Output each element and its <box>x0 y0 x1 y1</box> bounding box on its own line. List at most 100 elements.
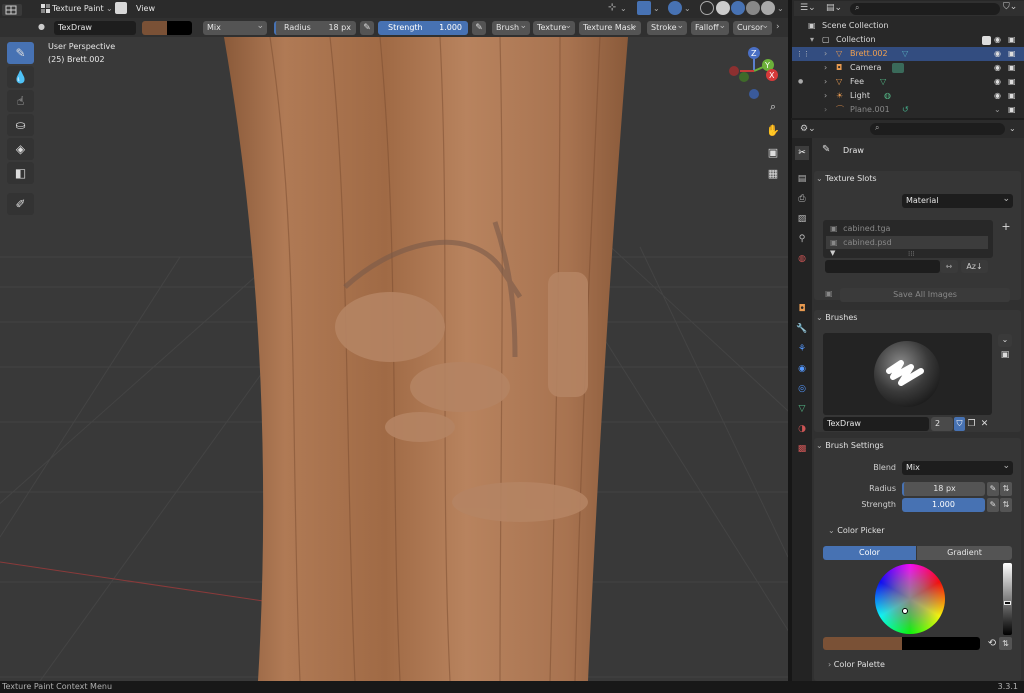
texture-tab-icon[interactable]: ▩ <box>795 442 809 456</box>
secondary-color-swatch[interactable] <box>167 21 192 35</box>
hidden-eye-icon[interactable]: ⌄ <box>994 103 1001 117</box>
fill-tool-icon[interactable]: ◈ <box>7 138 34 160</box>
physics-tab-icon[interactable]: ◉ <box>795 362 809 376</box>
brush-dropdown-icon[interactable]: ⌄ <box>998 334 1012 347</box>
outliner-item-brett[interactable]: ⋮⋮ › ▽ Brett.002 ▽ ◉ ▣ <box>792 47 1024 61</box>
gradient-tab[interactable]: Gradient <box>917 546 1012 560</box>
scene-tab-icon[interactable]: ⚲ <box>795 232 809 246</box>
image-list-item[interactable]: ▣ cabined.tga <box>826 222 988 235</box>
texture-mask-menu[interactable]: Texture Mask <box>579 21 641 35</box>
render-camera-icon[interactable]: ▣ <box>1008 75 1016 89</box>
editor-type-icon[interactable] <box>2 4 22 16</box>
strength-field[interactable]: Strength 1.000 <box>378 21 468 35</box>
rendered-shading-icon[interactable] <box>761 1 775 15</box>
render-camera-icon[interactable]: ▣ <box>1008 33 1016 47</box>
primary-color-swatch[interactable] <box>823 637 902 650</box>
active-mode-icon[interactable]: ⋮⋮ <box>796 47 810 61</box>
render-camera-icon[interactable]: ▣ <box>1008 89 1016 103</box>
radius-pressure-icon[interactable]: ✎ <box>360 21 374 35</box>
paint-mask-toggle-icon[interactable] <box>115 2 127 14</box>
soften-tool-icon[interactable]: 💧 <box>7 66 34 88</box>
brushes-header[interactable]: ⌄ Brushes <box>816 310 1016 326</box>
shading-dropdown-icon[interactable]: ⌄ <box>777 4 784 13</box>
expand-arrow-icon[interactable]: › <box>824 47 827 61</box>
overlay-toggle-icon[interactable] <box>668 1 682 15</box>
visibility-eye-icon[interactable]: ◉ <box>994 75 1001 89</box>
properties-editor-icon[interactable]: ⚙⌄ <box>800 124 816 134</box>
data-tab-icon[interactable]: ▽ <box>795 402 809 416</box>
invert-filter-icon[interactable]: ⇿ <box>940 260 958 273</box>
strength-pressure-icon[interactable]: ✎ <box>472 21 486 35</box>
visibility-eye-icon[interactable]: ◉ <box>994 89 1001 103</box>
filter-input[interactable] <box>825 260 940 273</box>
expand-arrow-icon[interactable]: › <box>824 103 827 117</box>
outliner-editor-icon[interactable]: ☰⌄ <box>800 3 816 13</box>
camera-view-icon[interactable]: ▣ <box>765 145 781 161</box>
color-wheel[interactable] <box>875 564 945 634</box>
sort-alpha-icon[interactable]: Az↓ <box>961 260 988 273</box>
wireframe-shading-icon[interactable] <box>716 1 730 15</box>
color-palette-header[interactable]: › Color Palette <box>828 657 1024 673</box>
pan-hand-icon[interactable]: ✋ <box>765 123 781 139</box>
radius-pressure-icon[interactable]: ✎ <box>987 482 999 496</box>
outliner-item-light[interactable]: › ☀ Light ◍ ◉ ▣ <box>792 89 1024 103</box>
chevron-down-icon[interactable]: ⌄ <box>620 4 627 13</box>
render-camera-icon[interactable]: ▣ <box>1008 47 1016 61</box>
smear-tool-icon[interactable]: ☝ <box>7 90 34 112</box>
expand-arrow-icon[interactable]: › <box>824 75 827 89</box>
visibility-eye-icon[interactable]: ◉ <box>994 47 1001 61</box>
strength-field[interactable]: 1.000 <box>902 498 985 512</box>
blend-dropdown[interactable]: Mix <box>902 461 1013 475</box>
clone-tool-icon[interactable]: ⛀ <box>7 114 34 136</box>
save-all-images-button[interactable]: Save All Images <box>840 288 1010 302</box>
image-list-item-selected[interactable]: ▣ cabined.psd <box>826 236 988 249</box>
stroke-menu[interactable]: Stroke <box>647 21 687 35</box>
gizmo-dropdown-icon[interactable]: ⌄ <box>653 4 660 13</box>
cursor-icon[interactable]: ⊹ <box>608 2 620 14</box>
visibility-eye-icon[interactable]: ◉ <box>994 33 1001 47</box>
filter-icon[interactable]: ⛉⌄ <box>1003 2 1017 12</box>
brush-name-field[interactable]: TexDraw <box>54 21 136 35</box>
object-tab-icon[interactable]: ◘ <box>795 302 809 316</box>
gizmo-toggle-icon[interactable] <box>637 1 651 15</box>
tool-tab-icon[interactable]: ✂ <box>795 146 809 160</box>
pin-icon[interactable]: ⌄ <box>1009 124 1016 133</box>
radius-field[interactable]: Radius 18 px <box>274 21 356 35</box>
material-tab-icon[interactable]: ◑ <box>795 422 809 436</box>
blend-mode-dropdown[interactable]: Mix <box>203 21 267 35</box>
render-camera-icon[interactable]: ▣ <box>1008 61 1016 75</box>
outliner-item-camera[interactable]: › ◘ Camera ◉ ▣ <box>792 61 1024 75</box>
navigation-gizmo[interactable]: Z Y X <box>722 47 782 103</box>
secondary-color-swatch[interactable] <box>902 637 980 650</box>
output-tab-icon[interactable]: ⎙ <box>795 192 809 206</box>
brush-users-count[interactable]: 2 <box>931 417 953 431</box>
strength-lock-icon[interactable]: ⇅ <box>1000 498 1012 512</box>
value-slider[interactable] <box>1003 563 1012 635</box>
brush-menu[interactable]: Brush <box>492 21 530 35</box>
constraints-tab-icon[interactable]: ◎ <box>795 382 809 396</box>
brush-preview[interactable] <box>823 333 992 415</box>
fake-user-shield-icon[interactable]: ⛉ <box>954 417 965 431</box>
draw-tool-icon[interactable]: ✎ <box>7 42 34 64</box>
scene-collection-row[interactable]: ▣ Scene Collection <box>792 19 1024 33</box>
view-layer-tab-icon[interactable]: ▨ <box>795 212 809 226</box>
mode-dropdown-chevron-icon[interactable]: ⌄ <box>106 4 113 13</box>
color-picker-header[interactable]: ⌄ Color Picker <box>828 523 1024 539</box>
expand-arrow-icon[interactable]: › <box>824 61 827 75</box>
radius-field[interactable]: 18 px <box>902 482 985 496</box>
unlink-brush-icon[interactable]: ✕ <box>979 417 990 431</box>
render-tab-icon[interactable]: ▤ <box>795 172 809 186</box>
mask-tool-icon[interactable]: ◧ <box>7 162 34 184</box>
properties-search-input[interactable]: ⌕ <box>870 123 1005 135</box>
collection-row[interactable]: ▾ ▢ Collection ◉ ▣ <box>792 33 1024 47</box>
brush-image-icon[interactable]: ▣ <box>998 350 1012 363</box>
falloff-menu[interactable]: Falloff <box>691 21 729 35</box>
more-arrow-icon[interactable]: › <box>776 22 780 32</box>
zoom-icon[interactable]: ⌕ <box>765 99 781 115</box>
display-mode-icon[interactable]: ▤⌄ <box>826 3 842 13</box>
texture-menu[interactable]: Texture <box>533 21 575 35</box>
texture-slots-header[interactable]: ⌄ Texture Slots <box>816 171 1016 187</box>
annotate-tool-icon[interactable]: ✐ <box>7 193 34 215</box>
outliner-item-fee[interactable]: ● › ▽ Fee ▽ ◉ ▣ <box>792 75 1024 89</box>
brush-name-field[interactable]: TexDraw <box>823 417 929 431</box>
